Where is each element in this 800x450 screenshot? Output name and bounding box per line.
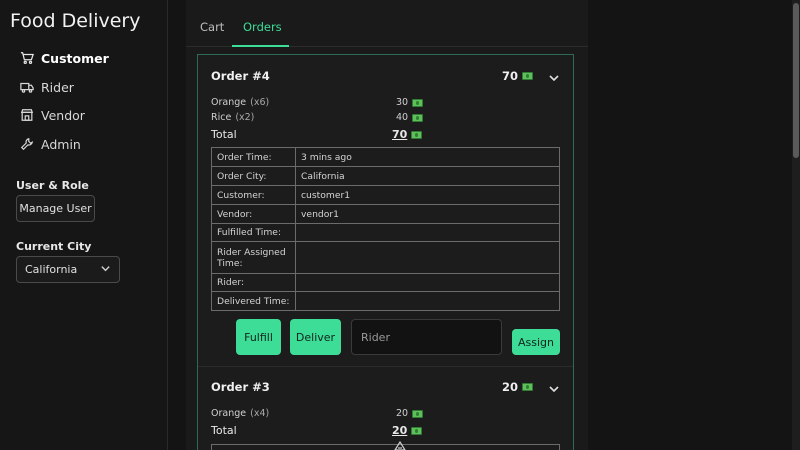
table-row: Order Time: 3 mins ago: [211, 147, 560, 167]
order-details-table: [211, 444, 560, 450]
item-price: 40: [396, 112, 424, 123]
rider-input[interactable]: [351, 319, 502, 355]
money-icon: [522, 72, 533, 80]
order-title: Order #3: [211, 380, 270, 394]
money-icon: [411, 130, 423, 139]
table-row: Delivered Time:: [211, 291, 560, 311]
table-row: Rider:: [211, 273, 560, 292]
order-details-table: Order Time: 3 mins ago Order City: Califor…: [211, 147, 560, 311]
deliver-button[interactable]: Deliver: [290, 319, 341, 355]
table-row: Vendor: vendor1: [211, 204, 560, 224]
sidebar-item-label: Rider: [41, 79, 74, 95]
item-price: 20: [396, 408, 424, 419]
scrollbar-thumb[interactable]: [793, 3, 799, 158]
list-item: Orange (x4) 20: [211, 408, 424, 422]
assign-button[interactable]: Assign: [512, 329, 560, 355]
city-select-value: California: [25, 263, 78, 276]
city-select[interactable]: California: [16, 256, 120, 283]
sidebar-item-admin[interactable]: Admin: [20, 134, 81, 154]
money-icon: [412, 98, 424, 107]
order-header[interactable]: Order #4 70: [198, 55, 573, 85]
list-item: Orange (x6) 30: [211, 97, 424, 111]
sidebar: Food Delivery Customer Rider Vendor Admi…: [0, 0, 168, 450]
chevron-down-icon[interactable]: [548, 69, 560, 82]
money-icon: [522, 383, 533, 391]
table-row: Order City: California: [211, 166, 560, 186]
chevron-down-icon: [100, 263, 111, 277]
truck-icon: [20, 80, 34, 94]
sidebar-item-label: Vendor: [41, 107, 85, 123]
user-role-label: User & Role: [16, 179, 89, 192]
sidebar-item-label: Admin: [41, 136, 81, 152]
sidebar-item-rider[interactable]: Rider: [20, 77, 74, 97]
wrench-icon: [20, 137, 34, 151]
main-panel: Cart Orders Order #4 70 Orange (x6) 30 Ri…: [186, 0, 588, 450]
app-title: Food Delivery: [10, 10, 141, 32]
manage-user-button[interactable]: Manage User: [16, 195, 95, 222]
order-total-summary: 70: [502, 69, 533, 83]
cart-icon: [20, 51, 34, 65]
store-icon: [20, 108, 34, 122]
tab-cart[interactable]: Cart: [200, 20, 224, 34]
item-price: 30: [396, 97, 424, 108]
table-row: Fulfilled Time:: [211, 223, 560, 242]
order-total-row: Total 70: [211, 128, 441, 144]
scroll-up-icon[interactable]: [394, 436, 406, 450]
list-item: Rice (x2) 40: [211, 112, 424, 126]
table-row: Customer: customer1: [211, 185, 560, 205]
scrollbar[interactable]: [792, 0, 800, 450]
money-icon: [412, 113, 424, 122]
order-header[interactable]: Order #3 20: [198, 366, 573, 396]
order-total-summary: 20: [502, 380, 533, 394]
tab-orders[interactable]: Orders: [243, 20, 282, 34]
sidebar-item-label: Customer: [41, 50, 109, 66]
tab-active-indicator: [232, 45, 289, 47]
chevron-down-icon[interactable]: [548, 380, 560, 393]
order-title: Order #4: [211, 69, 270, 83]
money-icon: [412, 409, 424, 418]
orders-list: Order #4 70 Orange (x6) 30 Rice (x2) 40 To…: [197, 54, 574, 450]
tab-bar: Cart Orders: [186, 0, 588, 47]
order-total-row: Total 20: [211, 424, 441, 440]
order-total-value: 70: [392, 128, 423, 141]
sidebar-item-vendor[interactable]: Vendor: [20, 105, 85, 125]
sidebar-item-customer[interactable]: Customer: [20, 48, 109, 68]
fulfill-button[interactable]: Fulfill: [236, 319, 281, 355]
table-row: Rider Assigned Time:: [211, 241, 560, 274]
money-icon: [411, 426, 423, 435]
current-city-label: Current City: [16, 240, 92, 253]
